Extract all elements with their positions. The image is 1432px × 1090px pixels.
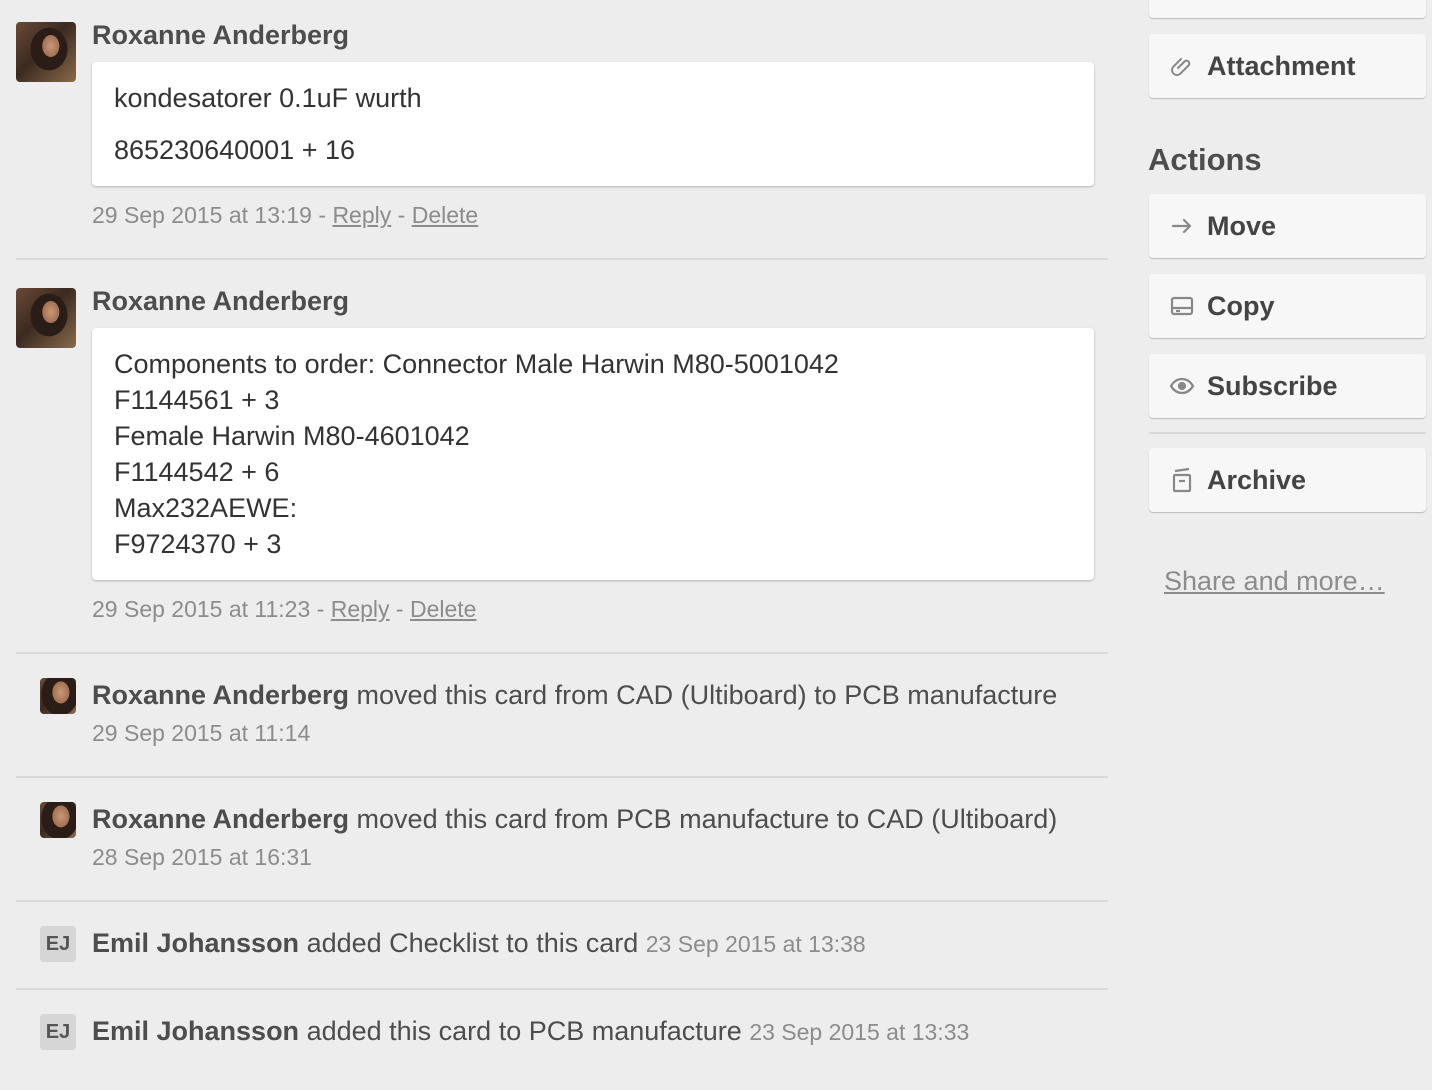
delete-link[interactable]: Delete bbox=[410, 596, 476, 622]
activity-entry: Emil Johansson added this card to PCB ma… bbox=[92, 1016, 969, 1047]
avatar-initials[interactable]: EJ bbox=[40, 926, 76, 962]
subscribe-label: Subscribe bbox=[1207, 370, 1338, 401]
avatar[interactable] bbox=[16, 288, 76, 348]
delete-link[interactable]: Delete bbox=[412, 202, 478, 228]
comment-line: Components to order: Connector Male Harw… bbox=[114, 349, 839, 379]
sidebar-partial-button[interactable] bbox=[1149, 0, 1426, 18]
divider bbox=[16, 776, 1108, 778]
reply-link[interactable]: Reply bbox=[332, 202, 391, 228]
avatar[interactable] bbox=[40, 802, 76, 838]
activity-author[interactable]: Emil Johansson bbox=[92, 1016, 299, 1046]
activity-text: moved this card from PCB manufacture to … bbox=[349, 804, 1058, 834]
activity-timestamp: 23 Sep 2015 at 13:33 bbox=[749, 1019, 970, 1045]
separator-dash: - bbox=[310, 596, 331, 622]
paperclip-icon bbox=[1169, 53, 1195, 79]
activity-entry: Roxanne Anderberg moved this card from P… bbox=[92, 804, 1057, 835]
divider bbox=[16, 652, 1108, 654]
comment-timestamp: 29 Sep 2015 at 11:23 bbox=[92, 596, 311, 622]
eye-icon bbox=[1169, 373, 1195, 399]
reply-link[interactable]: Reply bbox=[331, 596, 390, 622]
divider bbox=[16, 988, 1108, 990]
separator-dash: - bbox=[391, 202, 412, 228]
activity-text: added Checklist to this card bbox=[299, 928, 646, 958]
activity-author[interactable]: Roxanne Anderberg bbox=[92, 680, 349, 710]
avatar[interactable] bbox=[16, 22, 76, 82]
comment-body: Components to order: Connector Male Harw… bbox=[92, 328, 1094, 580]
divider bbox=[16, 258, 1108, 260]
comment-meta: 29 Sep 2015 at 11:23 - Reply - Delete bbox=[92, 596, 476, 623]
attachment-button[interactable]: Attachment bbox=[1149, 34, 1426, 98]
archive-box-icon bbox=[1169, 467, 1195, 493]
actions-heading: Actions bbox=[1148, 142, 1262, 177]
divider bbox=[1149, 432, 1426, 434]
move-button[interactable]: Move bbox=[1149, 194, 1426, 258]
activity-entry: Emil Johansson added Checklist to this c… bbox=[92, 928, 866, 959]
subscribe-button[interactable]: Subscribe bbox=[1149, 354, 1426, 418]
copy-button[interactable]: Copy bbox=[1149, 274, 1426, 338]
comment-line: Max232AEWE: bbox=[114, 493, 298, 523]
avatar[interactable] bbox=[40, 678, 76, 714]
activity-timestamp: 29 Sep 2015 at 11:14 bbox=[92, 720, 311, 746]
separator-dash: - bbox=[311, 202, 333, 228]
activity-timestamp: 28 Sep 2015 at 16:31 bbox=[92, 844, 312, 870]
activity-author[interactable]: Roxanne Anderberg bbox=[92, 804, 349, 834]
copy-label: Copy bbox=[1207, 290, 1275, 321]
arrow-right-icon bbox=[1169, 213, 1195, 239]
comment-meta: 29 Sep 2015 at 13:19 - Reply - Delete bbox=[92, 202, 478, 229]
activity-text: added this card to PCB manufacture bbox=[299, 1016, 750, 1046]
card-copy-icon bbox=[1169, 293, 1195, 319]
attachment-label: Attachment bbox=[1207, 50, 1356, 81]
separator-dash: - bbox=[389, 596, 410, 622]
comment-body: kondesatorer 0.1uF wurth 865230640001 + … bbox=[92, 62, 1094, 186]
comment-author[interactable]: Roxanne Anderberg bbox=[92, 286, 349, 317]
comment-line: kondesatorer 0.1uF wurth bbox=[114, 83, 422, 113]
move-label: Move bbox=[1207, 210, 1277, 241]
activity-text: moved this card from CAD (Ultiboard) to … bbox=[349, 680, 1058, 710]
activity-entry: Roxanne Anderberg moved this card from C… bbox=[92, 680, 1057, 711]
comment-line: F1144542 + 6 bbox=[114, 457, 280, 487]
avatar-initials[interactable]: EJ bbox=[40, 1014, 76, 1050]
divider bbox=[16, 900, 1108, 902]
archive-label: Archive bbox=[1207, 464, 1307, 495]
share-and-more-link[interactable]: Share and more… bbox=[1164, 566, 1385, 597]
comment-timestamp: 29 Sep 2015 at 13:19 bbox=[92, 202, 312, 228]
comment-line: F9724370 + 3 bbox=[114, 529, 282, 559]
comment-line: Female Harwin M80-4601042 bbox=[114, 421, 470, 451]
comment-author[interactable]: Roxanne Anderberg bbox=[92, 20, 349, 51]
activity-author[interactable]: Emil Johansson bbox=[92, 928, 299, 958]
comment-line: 865230640001 + 16 bbox=[114, 135, 355, 165]
activity-timestamp: 23 Sep 2015 at 13:38 bbox=[645, 931, 866, 957]
comment-line: F1144561 + 3 bbox=[114, 385, 280, 415]
archive-button[interactable]: Archive bbox=[1149, 448, 1426, 512]
